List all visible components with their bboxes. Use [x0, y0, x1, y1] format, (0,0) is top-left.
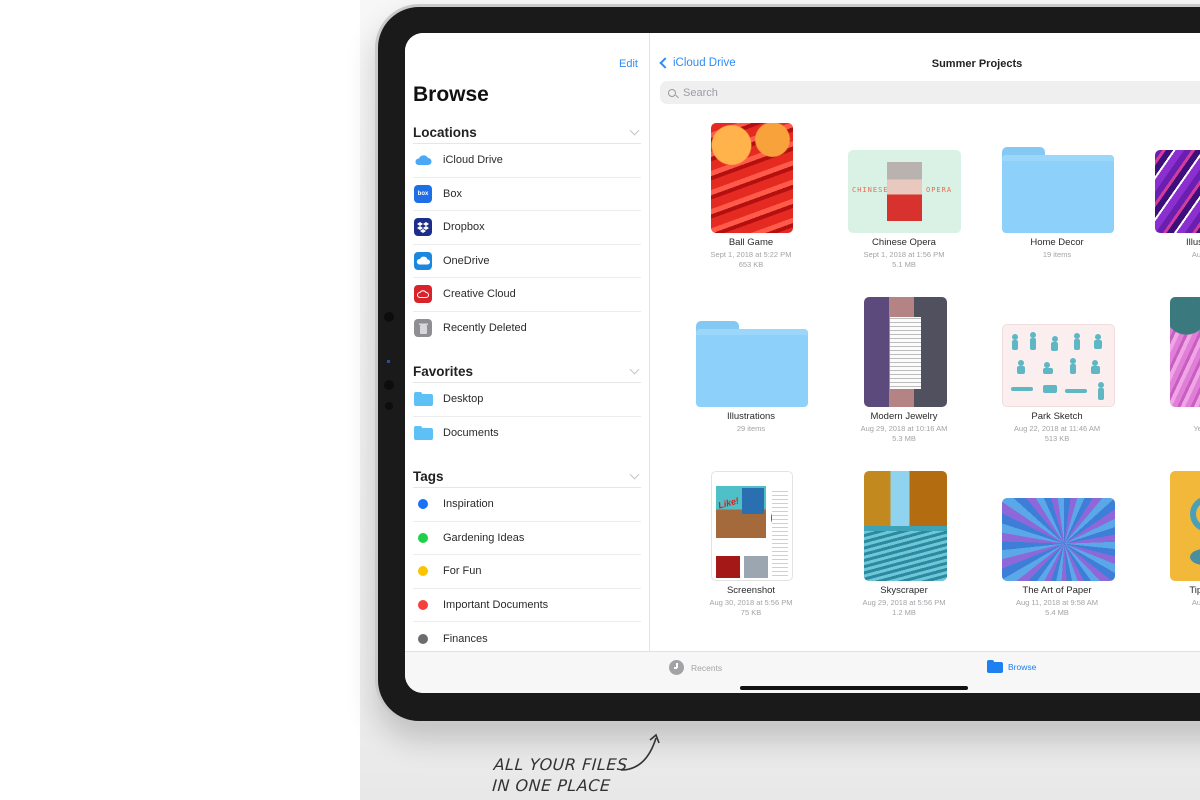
search-icon [668, 88, 676, 97]
tag-dot-icon [413, 596, 433, 614]
tab-label: Browse [1008, 661, 1037, 672]
sidebar-item-tag[interactable]: For Fun [413, 555, 641, 589]
sidebar-item-box[interactable]: box Box [413, 178, 641, 211]
file-browser: iCloud Drive Summer Projects Search Ball… [651, 33, 1200, 651]
thumbnail [1002, 498, 1115, 581]
chevron-left-icon [659, 57, 671, 69]
sensor-dot [387, 360, 390, 363]
folder-title: Summer Projects [931, 58, 1023, 70]
sidebar-item-onedrive[interactable]: OneDrive [413, 245, 641, 278]
thumbnail [864, 297, 947, 407]
tag-dot-icon [413, 630, 433, 648]
tab-browse[interactable]: Browse [987, 660, 1036, 673]
sidebar-item-tag[interactable]: Inspiration [413, 488, 641, 522]
favorites-section: Favorites Desktop Documents [413, 361, 641, 450]
sidebar-title: Browse [413, 83, 489, 106]
creative-cloud-icon [413, 285, 433, 304]
sidebar-item-recently-deleted[interactable]: Recently Deleted [413, 312, 641, 346]
camera-dot [385, 402, 393, 410]
thumbnail [1155, 150, 1200, 233]
thumbnail [1002, 324, 1115, 407]
folder-icon [696, 321, 808, 407]
folder-icon [413, 424, 433, 442]
tags-section: Tags Inspiration Gardening Ideas For Fun Im… [413, 466, 641, 656]
search-placeholder: Search [683, 86, 718, 99]
edit-button[interactable]: Edit [619, 58, 638, 70]
handwritten-caption: ALL YOUR FILES IN ONE PLACE [491, 755, 629, 795]
sidebar-item-creative-cloud[interactable]: Creative Cloud [413, 278, 641, 312]
camera-dot [384, 380, 394, 390]
ipad-screen: 9:41 AM Tue Oct 30 Edit Browse Locations… [405, 33, 1200, 693]
tag-dot-icon [413, 495, 433, 513]
folder-icon [413, 390, 433, 408]
tab-recents[interactable]: Recents [669, 660, 722, 675]
thumbnail: Like! [711, 471, 793, 581]
search-input[interactable]: Search [660, 81, 1200, 104]
sidebar-item-tag[interactable]: Gardening Ideas [413, 522, 641, 555]
sidebar-item-documents[interactable]: Documents [413, 417, 641, 451]
locations-section: Locations iCloud Drive box Box Dropbox O… [413, 122, 641, 345]
thumbnail: CHINESE OPERA [848, 150, 961, 233]
section-title: Locations [413, 125, 477, 140]
camera-dot [384, 312, 394, 322]
chevron-down-icon[interactable] [629, 469, 640, 480]
section-title: Favorites [413, 364, 474, 379]
tag-dot-icon [413, 562, 433, 580]
folder-icon [987, 660, 1003, 673]
locations-header[interactable]: Locations [413, 122, 641, 144]
favorites-header[interactable]: Favorites [413, 361, 641, 383]
sidebar-item-icloud-drive[interactable]: iCloud Drive [413, 144, 641, 178]
chevron-down-icon[interactable] [629, 125, 640, 136]
tab-label: Recents [691, 662, 723, 673]
box-icon: box [413, 184, 433, 203]
sidebar-item-tag[interactable]: Important Documents [413, 589, 641, 622]
thumbnail [1170, 297, 1200, 407]
thumbnail [864, 471, 947, 581]
sidebar-item-dropbox[interactable]: Dropbox [413, 211, 641, 245]
sidebar-item-desktop[interactable]: Desktop [413, 383, 641, 417]
clock-icon [669, 660, 684, 675]
thumbnail [711, 123, 793, 233]
tags-header[interactable]: Tags [413, 466, 641, 488]
sidebar: Edit Browse Locations iCloud Drive box B… [405, 33, 650, 651]
back-button[interactable]: iCloud Drive [659, 57, 736, 69]
thumbnail [1170, 471, 1200, 581]
icloud-icon [413, 151, 433, 169]
onedrive-icon [413, 251, 433, 270]
tab-bar: Recents Browse [405, 651, 1200, 693]
home-indicator[interactable] [740, 686, 968, 690]
folder-icon [1002, 147, 1114, 233]
dropbox-icon [413, 218, 433, 237]
section-title: Tags [413, 469, 444, 484]
tag-dot-icon [413, 529, 433, 547]
chevron-down-icon[interactable] [629, 364, 640, 375]
trash-icon [413, 319, 433, 338]
back-label: iCloud Drive [673, 57, 736, 69]
